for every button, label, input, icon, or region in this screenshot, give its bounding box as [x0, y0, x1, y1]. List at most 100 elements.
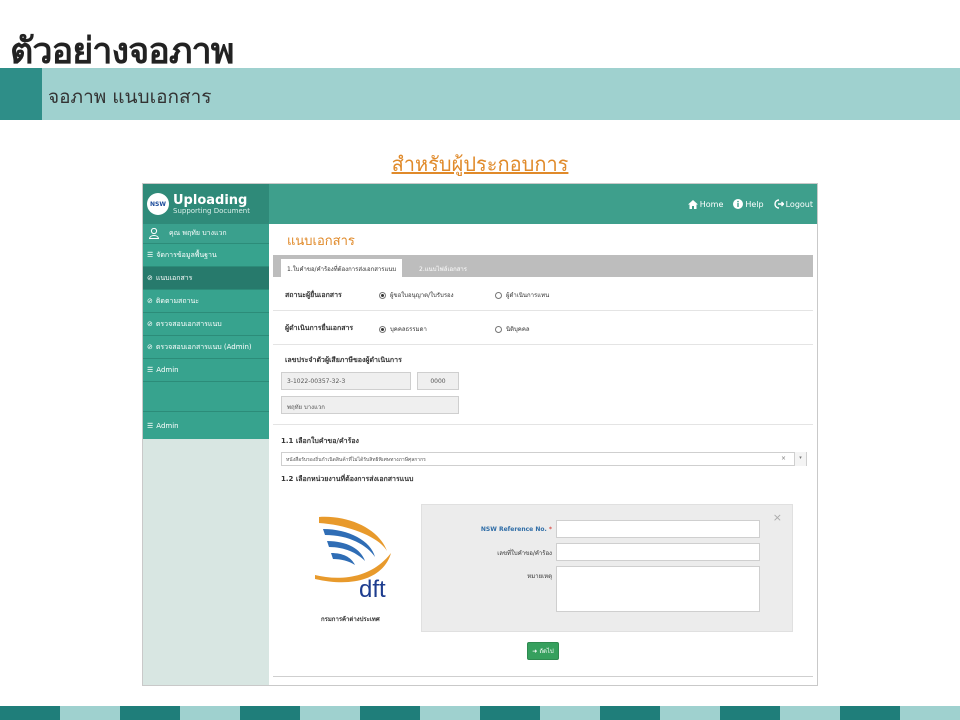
radio-selected-icon — [379, 291, 386, 299]
footer-stripe — [0, 706, 60, 720]
brand-title: Uploading — [173, 192, 248, 208]
divider — [273, 310, 813, 311]
divider — [273, 424, 813, 425]
section-1-2-label: 1.2 เลือกหน่วยงานที่ต้องการส่งเอกสารแนบ — [281, 475, 414, 483]
footer-stripes — [0, 706, 960, 720]
radio-unselected-icon — [495, 291, 502, 299]
agency-form-panel: × NSW Reference No. * เลขที่ใบคำขอ/คำร้อ… — [421, 504, 793, 632]
help-label: Help — [745, 199, 764, 209]
radio-selected-icon — [379, 325, 386, 333]
sidebar-item-verify[interactable]: ⊘ ตรวจสอบเอกสารแนบ — [143, 312, 269, 335]
sidebar-item-verify-admin[interactable]: ⊘ ตรวจสอบเอกสารแนบ (Admin) — [143, 335, 269, 358]
logout-label: Logout — [785, 199, 813, 209]
tax-id-label: เลขประจำตัวผู้เสียภาษีของผู้ดำเนินการ — [285, 356, 402, 364]
name-field[interactable]: พฤทัย บางแวก — [281, 396, 459, 414]
close-icon[interactable]: × — [773, 511, 782, 524]
footer-stripe — [660, 706, 720, 720]
brand[interactable]: NSW Uploading Supporting Document — [143, 184, 269, 224]
top-navbar: NSW Uploading Supporting Document Home H… — [143, 184, 817, 224]
footer-stripe — [600, 706, 660, 720]
request-no-input[interactable] — [556, 543, 760, 561]
radio-label: บุคคลธรรมดา — [390, 326, 427, 333]
tab-bar: 1.ใบคำขอ/คำร้องที่ต้องการส่งเอกสารแนบ 2.… — [273, 255, 813, 277]
footer-stripe — [420, 706, 480, 720]
nsw-ref-input[interactable] — [556, 520, 760, 538]
radio-licensee[interactable]: ผู้ขอใบอนุญาต/ใบรับรอง — [379, 290, 454, 300]
check-circle-icon: ⊘ — [147, 297, 153, 305]
tax-id-field[interactable]: 3-1022-00357-32-3 — [281, 372, 411, 390]
sidebar-item-label: ตรวจสอบเอกสารแนบ (Admin) — [155, 342, 252, 351]
branch-field[interactable]: 0000 — [417, 372, 459, 390]
home-icon — [687, 199, 698, 209]
divider — [273, 676, 813, 677]
footer-stripe — [120, 706, 180, 720]
submitter-type-label: ผู้ดำเนินการยื่นเอกสาร — [285, 324, 354, 332]
sidebar-item-label: Admin — [156, 366, 179, 374]
radio-agent[interactable]: ผู้ดำเนินการแทน — [495, 290, 549, 300]
section-heading: สำหรับผู้ประกอบการ — [391, 152, 569, 176]
footer-stripe — [480, 706, 540, 720]
home-link[interactable]: Home — [687, 199, 724, 209]
top-nav: Home Help Logout — [687, 184, 813, 224]
help-link[interactable]: Help — [733, 199, 764, 209]
logout-icon — [773, 199, 784, 209]
footer-stripe — [720, 706, 780, 720]
menu-icon: ☰ — [147, 251, 154, 259]
check-circle-icon: ⊘ — [147, 274, 153, 282]
logout-link[interactable]: Logout — [773, 199, 813, 209]
sidebar-spacer — [143, 381, 269, 411]
sidebar-user-name: คุณ พฤทัย บางแวก — [169, 229, 227, 237]
footer-stripe — [180, 706, 240, 720]
sidebar-item-admin[interactable]: ☰ Admin — [143, 358, 269, 381]
section-1-1-label: 1.1 เลือกใบคำขอ/คำร้อง — [281, 437, 359, 445]
chevron-down-icon[interactable]: ▾ — [794, 452, 806, 466]
radio-unselected-icon — [495, 325, 502, 333]
sidebar-item-track-status[interactable]: ⊘ ติดตามสถานะ — [143, 289, 269, 312]
sidebar-item-label: จัดการข้อมูลพื้นฐาน — [156, 250, 217, 259]
sidebar-user[interactable]: คุณ พฤทัย บางแวก — [143, 224, 269, 243]
radio-label: ผู้ขอใบอนุญาต/ใบรับรอง — [390, 292, 454, 299]
sidebar-item-label: ตรวจสอบเอกสารแนบ — [155, 319, 222, 328]
next-button-label: ถัดไป — [539, 648, 554, 655]
help-icon — [733, 199, 744, 209]
tab-select-request[interactable]: 1.ใบคำขอ/คำร้องที่ต้องการส่งเอกสารแนบ — [281, 259, 403, 277]
dft-logo[interactable]: dft — [309, 509, 409, 599]
next-button[interactable]: ➜ ถัดไป — [527, 642, 559, 660]
footer-stripe — [900, 706, 960, 720]
home-label: Home — [699, 199, 724, 209]
sidebar-item-attach[interactable]: ⊘ แนบเอกสาร — [143, 266, 269, 289]
arrow-right-icon: ➜ — [532, 647, 538, 655]
menu-icon: ☰ — [147, 421, 154, 430]
radio-individual[interactable]: บุคคลธรรมดา — [379, 324, 427, 334]
footer-stripe — [780, 706, 840, 720]
sidebar: คุณ พฤทัย บางแวก ☰ จัดการข้อมูลพื้นฐาน ⊘… — [143, 224, 269, 685]
nsw-ref-label: NSW Reference No. * — [442, 526, 552, 533]
remark-label: หมายเหตุ — [527, 573, 552, 580]
band-accent — [0, 68, 42, 120]
footer-stripe — [540, 706, 600, 720]
footer-stripe — [60, 706, 120, 720]
slide-subtitle: จอภาพ แนบเอกสาร — [48, 86, 212, 108]
sidebar-item-label: แนบเอกสาร — [155, 273, 193, 282]
check-circle-icon: ⊘ — [147, 343, 153, 351]
request-select[interactable]: หนังสือรับรองถิ่นกำเนิดสินค้าที่ไม่ได้รั… — [281, 452, 807, 466]
tab-attach-files[interactable]: 2.แนบไฟล์เอกสาร — [413, 259, 473, 277]
request-no-label: เลขที่ใบคำขอ/คำร้อง — [497, 550, 552, 557]
check-circle-icon: ⊘ — [147, 320, 153, 328]
remark-textarea[interactable] — [556, 566, 760, 612]
agency-name: กรมการค้าต่างประเทศ — [321, 616, 380, 623]
sidebar-item-label: Admin — [156, 421, 179, 430]
sidebar-item-basic-data[interactable]: ☰ จัดการข้อมูลพื้นฐาน — [143, 243, 269, 266]
radio-juristic[interactable]: นิติบุคคล — [495, 324, 530, 334]
dft-logo-text: dft — [359, 576, 386, 599]
clear-icon[interactable]: × — [781, 455, 786, 462]
submitter-status-label: สถานะผู้ยื่นเอกสาร — [285, 291, 342, 299]
sidebar-item-admin-2[interactable]: ☰ Admin — [143, 411, 269, 439]
footer-stripe — [360, 706, 420, 720]
footer-stripe — [300, 706, 360, 720]
brand-subtitle: Supporting Document — [173, 206, 250, 215]
menu-icon: ☰ — [147, 366, 154, 374]
footer-stripe — [840, 706, 900, 720]
required-marker: * — [548, 526, 552, 533]
nsw-ref-label-text: NSW Reference No. — [480, 526, 547, 533]
